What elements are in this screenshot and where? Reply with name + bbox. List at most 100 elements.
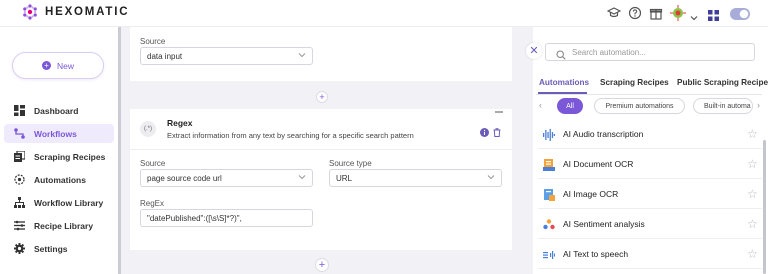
new-button-label: New bbox=[56, 60, 74, 71]
text-to-speech-icon bbox=[543, 248, 555, 260]
sentiment-analysis-icon bbox=[543, 218, 555, 230]
scraping-recipes-icon bbox=[14, 151, 25, 162]
filter-all[interactable]: All bbox=[557, 98, 583, 114]
top-bar: HEXOMATIC bbox=[0, 0, 768, 27]
recipe-library-icon bbox=[14, 220, 25, 231]
chevron-down-icon bbox=[298, 51, 306, 59]
automation-name: AI Image OCR bbox=[563, 189, 619, 199]
workflow-library-icon bbox=[14, 197, 25, 208]
chevron-down-icon bbox=[298, 173, 306, 181]
audio-waveform-icon bbox=[543, 128, 555, 141]
sidebar-item-label: Recipe Library bbox=[34, 220, 94, 231]
filter-premium-automations[interactable]: Premium automations bbox=[594, 98, 685, 114]
search-input[interactable]: Search automation... bbox=[545, 43, 755, 61]
automation-item[interactable]: AI Image OCR ☆ bbox=[538, 179, 762, 209]
chevron-right-icon[interactable]: › bbox=[757, 100, 760, 110]
add-step-button[interactable]: + bbox=[315, 258, 329, 272]
star-icon[interactable]: ☆ bbox=[747, 127, 758, 141]
source-select[interactable]: data input bbox=[140, 47, 313, 65]
workflow-step-card: Source data input bbox=[130, 27, 512, 81]
source-label: Source bbox=[140, 37, 166, 46]
sidebar-item-settings[interactable]: Settings bbox=[4, 239, 114, 258]
sidebar-item-workflow-library[interactable]: Workflow Library bbox=[4, 193, 114, 212]
regex-input[interactable]: "datePublished":([\s\S]*?)", bbox=[140, 209, 313, 227]
add-step-button[interactable]: + bbox=[316, 91, 328, 103]
source-select[interactable]: page source code url bbox=[140, 169, 313, 187]
gift-icon[interactable] bbox=[649, 6, 663, 25]
sidebar-item-label: Automations bbox=[34, 174, 86, 185]
filter-built-in-automations[interactable]: Built-in automa bbox=[693, 98, 753, 114]
settings-icon bbox=[14, 243, 25, 254]
sidebar-item-dashboard[interactable]: Dashboard bbox=[4, 101, 114, 120]
brand-name: HEXOMATIC bbox=[45, 6, 130, 18]
automation-item[interactable]: AI Sentiment analysis ☆ bbox=[538, 209, 762, 239]
automation-name: AI Text to speech bbox=[563, 249, 629, 259]
sidebar-item-label: Workflow Library bbox=[34, 197, 104, 208]
tab-divider bbox=[536, 94, 762, 95]
regex-icon: (.*) bbox=[140, 121, 156, 137]
plus-icon: + bbox=[41, 61, 51, 70]
theme-toggle[interactable] bbox=[730, 7, 750, 25]
automation-item[interactable]: AI Text to speech ☆ bbox=[538, 239, 762, 269]
source-type-select[interactable]: URL bbox=[329, 169, 502, 187]
sidebar-item-recipe-library[interactable]: Recipe Library bbox=[4, 216, 114, 235]
info-icon[interactable] bbox=[480, 124, 489, 142]
search-icon bbox=[556, 47, 566, 65]
document-ocr-icon bbox=[543, 158, 555, 171]
brand-logo[interactable]: HEXOMATIC bbox=[21, 3, 129, 21]
automation-name: AI Document OCR bbox=[563, 159, 634, 169]
new-button[interactable]: + New bbox=[12, 52, 104, 79]
star-icon[interactable]: ☆ bbox=[747, 157, 758, 171]
sidebar-divider bbox=[118, 27, 121, 274]
regex-label: RegEx bbox=[140, 199, 165, 208]
automations-icon bbox=[14, 174, 25, 185]
regex-step-card: (.*) Regex Extract information from any … bbox=[130, 109, 512, 250]
regex-value: "datePublished":([\s\S]*?)", bbox=[147, 214, 242, 223]
star-icon[interactable]: ☆ bbox=[747, 217, 758, 231]
star-icon[interactable]: ☆ bbox=[747, 247, 758, 261]
source-value: page source code url bbox=[147, 174, 222, 183]
tab-public-scraping-recipes[interactable]: Public Scraping Recipes bbox=[677, 78, 768, 87]
sidebar-item-scraping-recipes[interactable]: Scraping Recipes bbox=[4, 147, 114, 166]
help-icon[interactable] bbox=[628, 6, 642, 25]
chevron-left-icon[interactable]: ‹ bbox=[539, 100, 542, 110]
filter-label: Premium automations bbox=[605, 102, 674, 110]
sidebar-item-label: Scraping Recipes bbox=[34, 151, 106, 162]
star-icon[interactable]: ☆ bbox=[747, 187, 758, 201]
regex-description: Extract information from any text by sea… bbox=[167, 131, 414, 140]
automation-name: AI Audio transcription bbox=[563, 129, 644, 139]
tab-automations[interactable]: Automations bbox=[539, 78, 589, 87]
avatar[interactable] bbox=[669, 4, 687, 27]
filter-label: All bbox=[566, 102, 574, 110]
sidebar-item-label: Dashboard bbox=[34, 105, 79, 116]
source-label: Source bbox=[140, 159, 166, 168]
sidebar: + New Dashboard Workflows Scraping Recip… bbox=[0, 27, 118, 274]
chevron-down-icon[interactable] bbox=[690, 9, 698, 27]
search-placeholder: Search automation... bbox=[572, 48, 646, 57]
tab-scraping-recipes[interactable]: Scraping Recipes bbox=[600, 78, 669, 87]
sidebar-item-automations[interactable]: Automations bbox=[4, 170, 114, 189]
chevron-down-icon bbox=[487, 173, 495, 181]
graduation-cap-icon[interactable] bbox=[606, 6, 622, 25]
source-type-value: URL bbox=[336, 174, 353, 183]
sidebar-item-workflows[interactable]: Workflows bbox=[4, 124, 114, 143]
automation-item[interactable]: AI Audio transcription ☆ bbox=[538, 119, 762, 149]
collapse-icon[interactable] bbox=[495, 111, 503, 113]
workflows-icon bbox=[14, 128, 25, 139]
apps-grid-icon[interactable] bbox=[708, 8, 719, 26]
delete-icon[interactable] bbox=[493, 124, 501, 142]
filter-label: Built-in automa bbox=[704, 102, 751, 110]
hexomatic-logo-icon bbox=[21, 3, 39, 21]
sidebar-item-label: Settings bbox=[34, 243, 68, 254]
source-type-label: Source type bbox=[329, 159, 372, 168]
regex-title: Regex bbox=[167, 118, 193, 128]
source-value: data input bbox=[147, 52, 183, 61]
automation-item[interactable]: AI Document OCR ☆ bbox=[538, 149, 762, 179]
card-divider bbox=[130, 149, 512, 150]
panel-scrollbar[interactable] bbox=[763, 140, 766, 274]
sidebar-item-label: Workflows bbox=[34, 128, 77, 139]
image-ocr-icon bbox=[543, 188, 555, 201]
automation-name: AI Sentiment analysis bbox=[563, 219, 645, 229]
close-icon[interactable]: ✕ bbox=[526, 43, 542, 59]
dashboard-icon bbox=[14, 105, 25, 116]
